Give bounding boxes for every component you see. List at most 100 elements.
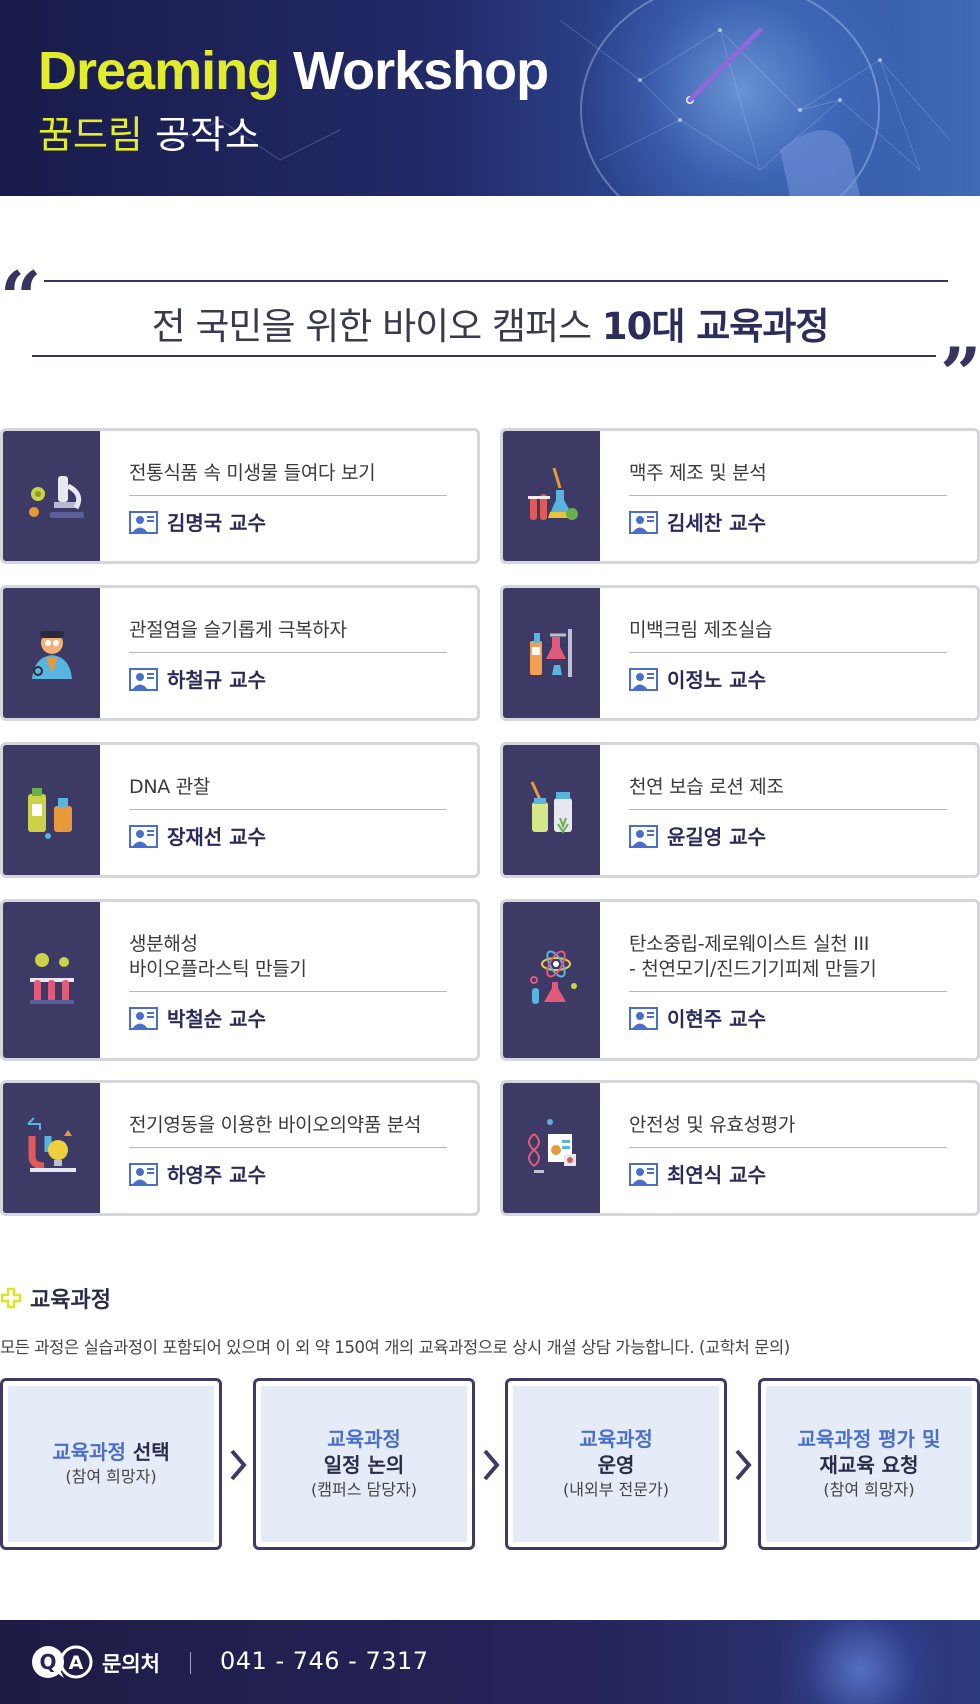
lotion-icon bbox=[530, 781, 572, 834]
course-body: 전통식품 속 미생물 들여다 보기김명국 교수 bbox=[129, 461, 447, 536]
section-headline: 전 국민을 위한 바이오 캠퍼스 10대 교육과정 bbox=[0, 296, 980, 350]
course-title: 전기영동을 이용한 바이오의약품 분석 bbox=[129, 1113, 447, 1148]
professor-name: 박철순 교수 bbox=[167, 1007, 266, 1031]
hero-subtitle-accent: 꿈드림 bbox=[38, 113, 143, 157]
process-step-inner: 교육과정 일정 논의 (캠퍼스 담당자) bbox=[261, 1386, 467, 1542]
professor-name: 최연식 교수 bbox=[667, 1163, 766, 1187]
test-tubes-icon bbox=[29, 953, 74, 1004]
hero-subtitle-main: 공작소 bbox=[154, 113, 260, 157]
hero-subtitle: 꿈드림 공작소 bbox=[38, 104, 260, 159]
process-step: 교육과정 운영 (내외부 전문가) bbox=[505, 1378, 727, 1550]
professor-icon bbox=[629, 1162, 658, 1186]
course-icon-panel bbox=[503, 1083, 600, 1213]
process-step: 교육과정 일정 논의 (캠퍼스 담당자) bbox=[253, 1378, 475, 1550]
microscope-icon bbox=[28, 476, 84, 518]
course-professor: 하철규 교수 bbox=[129, 664, 447, 693]
step-title-dark: 운영 bbox=[597, 1453, 635, 1477]
professor-icon bbox=[129, 510, 158, 534]
course-title: 생분해성 바이오플라스틱 만들기 bbox=[129, 932, 447, 992]
contact-phone[interactable]: 041 - 746 - 7317 bbox=[220, 1647, 429, 1675]
professor-icon bbox=[629, 824, 658, 848]
course-card[interactable]: 미백크림 제조실습 이정노 교수 bbox=[500, 585, 980, 721]
contact-footer: Q A 문의처 041 - 746 - 7317 bbox=[0, 1620, 980, 1704]
step-role: (캠퍼스 담당자) bbox=[311, 1480, 417, 1499]
course-title: 천연 보습 로션 제조 bbox=[629, 775, 947, 810]
course-icon-panel bbox=[503, 902, 600, 1058]
course-body: DNA 관찰장재선 교수 bbox=[129, 775, 447, 850]
step-title-top: 교육과정 평가 및 bbox=[797, 1427, 941, 1451]
headline-normal: 전 국민을 위한 바이오 캠퍼스 bbox=[151, 305, 593, 348]
chevron-right-icon bbox=[230, 1449, 247, 1481]
course-professor: 하영주 교수 bbox=[129, 1159, 447, 1188]
course-professor: 장재선 교수 bbox=[129, 821, 447, 850]
course-professor: 윤길영 교수 bbox=[629, 821, 947, 850]
step-role: (내외부 전문가) bbox=[563, 1480, 669, 1499]
course-icon-panel bbox=[3, 588, 100, 718]
chevron-right-icon bbox=[735, 1449, 752, 1481]
plus-icon bbox=[0, 1287, 22, 1309]
course-card[interactable]: 관절염을 슬기롭게 극복하자하철규 교수 bbox=[0, 585, 480, 721]
course-card[interactable]: 맥주 제조 및 분석김세찬 교수 bbox=[500, 428, 980, 564]
professor-icon bbox=[129, 1162, 158, 1186]
professor-name: 하영주 교수 bbox=[167, 1163, 266, 1187]
process-step-inner: 교육과정 선택 (참여 희망자) bbox=[8, 1386, 214, 1542]
course-title: 탄소중립-제로웨이스트 실천 III - 천연모기/진드기기피제 만들기 bbox=[629, 932, 947, 992]
professor-name: 하철규 교수 bbox=[167, 668, 266, 692]
professor-name: 윤길영 교수 bbox=[667, 825, 766, 849]
doctor-icon bbox=[31, 631, 72, 679]
course-card[interactable]: 탄소중립-제로웨이스트 실천 III - 천연모기/진드기기피제 만들기이현주 … bbox=[500, 899, 980, 1061]
course-title: DNA 관찰 bbox=[129, 775, 447, 810]
course-title: 관절염을 슬기롭게 극복하자 bbox=[129, 618, 447, 653]
step-title-dark: 재교육 요청 bbox=[819, 1453, 919, 1477]
course-body: 전기영동을 이용한 바이오의약품 분석하영주 교수 bbox=[129, 1113, 447, 1188]
course-title: 맥주 제조 및 분석 bbox=[629, 461, 947, 496]
qa-q: Q bbox=[39, 1650, 56, 1674]
professor-name: 이정노 교수 bbox=[667, 668, 766, 692]
step-role: (참여 희망자) bbox=[65, 1467, 157, 1486]
step-title-top: 교육과정 bbox=[579, 1427, 653, 1451]
course-body: 맥주 제조 및 분석김세찬 교수 bbox=[629, 461, 947, 536]
curriculum-description: 모든 과정은 실습과정이 포함되어 있으며 이 외 약 150여 개의 교육과정… bbox=[0, 1338, 790, 1357]
professor-icon bbox=[629, 667, 658, 691]
course-icon-panel bbox=[3, 1083, 100, 1213]
course-card[interactable]: DNA 관찰장재선 교수 bbox=[0, 742, 480, 878]
course-body: 안전성 및 유효성평가 최연식 교수 bbox=[629, 1113, 947, 1188]
course-card[interactable]: 생분해성 바이오플라스틱 만들기박철순 교수 bbox=[0, 899, 480, 1061]
course-body: 탄소중립-제로웨이스트 실천 III - 천연모기/진드기기피제 만들기이현주 … bbox=[629, 932, 947, 1032]
step-title: 일정 논의 bbox=[324, 1452, 405, 1478]
professor-icon bbox=[629, 1006, 658, 1030]
lab-flasks-icon bbox=[527, 467, 578, 520]
process-step-inner: 교육과정 평가 및 재교육 요청 (참여 희망자) bbox=[766, 1386, 972, 1542]
course-icon-panel bbox=[503, 431, 600, 561]
professor-icon bbox=[129, 667, 158, 691]
course-professor: 이현주 교수 bbox=[629, 1003, 947, 1032]
process-step: 교육과정 평가 및 재교육 요청 (참여 희망자) bbox=[758, 1378, 980, 1550]
step-title: 재교육 요청 bbox=[820, 1452, 919, 1478]
quote-divider-bottom bbox=[32, 355, 936, 357]
professor-icon bbox=[629, 510, 658, 534]
course-card[interactable]: 안전성 및 유효성평가 최연식 교수 bbox=[500, 1080, 980, 1216]
step-title-dark: 일정 논의 bbox=[323, 1453, 405, 1477]
course-professor: 이정노 교수 bbox=[629, 664, 947, 693]
course-title: 전통식품 속 미생물 들여다 보기 bbox=[129, 461, 447, 496]
hero-banner: Dreaming Workshop 꿈드림 공작소 bbox=[0, 0, 980, 196]
course-card[interactable]: 천연 보습 로션 제조윤길영 교수 bbox=[500, 742, 980, 878]
course-professor: 박철순 교수 bbox=[129, 1003, 447, 1032]
professor-icon bbox=[129, 1006, 158, 1030]
quote-divider-top bbox=[44, 280, 948, 282]
professor-icon bbox=[129, 824, 158, 848]
course-card[interactable]: 전기영동을 이용한 바이오의약품 분석하영주 교수 bbox=[0, 1080, 480, 1216]
course-card[interactable]: 전통식품 속 미생물 들여다 보기김명국 교수 bbox=[0, 428, 480, 564]
contact-label: 문의처 bbox=[102, 1652, 160, 1676]
close-quote-icon: ” bbox=[940, 331, 980, 416]
lab-stand-icon bbox=[529, 629, 572, 677]
magnet-bulb-icon bbox=[26, 1117, 76, 1172]
course-icon-panel bbox=[3, 902, 100, 1058]
professor-name: 김세찬 교수 bbox=[667, 511, 766, 535]
professor-name: 이현주 교수 bbox=[667, 1007, 766, 1031]
curriculum-heading: 교육과정 bbox=[0, 1282, 111, 1314]
hero-title-main: Workshop bbox=[293, 41, 549, 101]
step-title: 교육과정 선택 bbox=[52, 1439, 169, 1465]
course-body: 천연 보습 로션 제조윤길영 교수 bbox=[629, 775, 947, 850]
course-professor: 김명국 교수 bbox=[129, 507, 447, 536]
